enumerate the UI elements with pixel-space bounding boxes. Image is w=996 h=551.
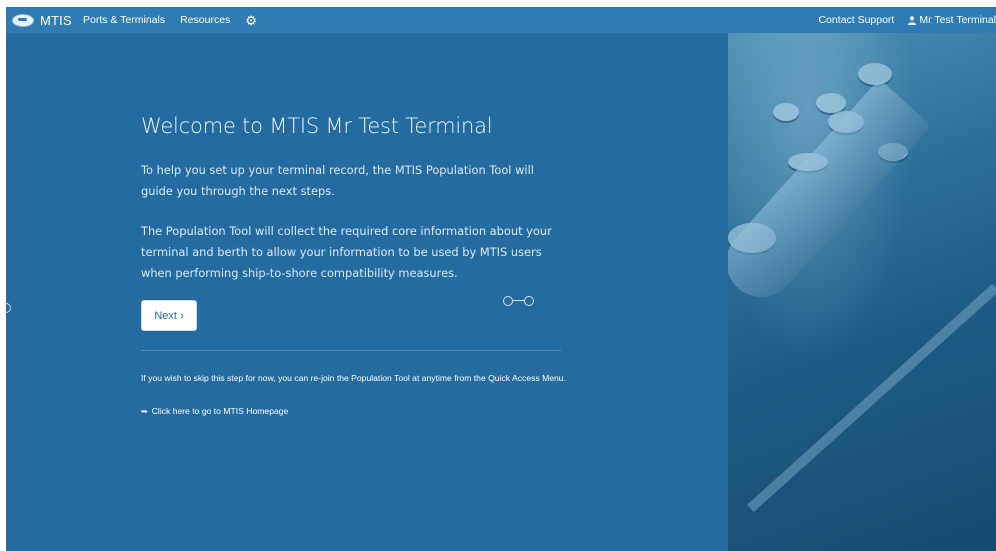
user-name: Mr Test Terminal bbox=[919, 14, 996, 26]
nav-resources[interactable]: Resources bbox=[180, 14, 230, 26]
sign-out-icon: ➥ bbox=[141, 406, 148, 416]
brand-logo-icon bbox=[12, 13, 34, 27]
gear-icon[interactable]: ⚙ bbox=[245, 14, 257, 27]
homepage-link-label: Click here to go to MTIS Homepage bbox=[151, 406, 289, 416]
user-menu[interactable]: Mr Test Terminal bbox=[908, 14, 996, 26]
nav-ports-terminals[interactable]: Ports & Terminals bbox=[83, 14, 165, 26]
brand-name: MTIS bbox=[40, 12, 72, 28]
user-icon bbox=[908, 15, 917, 25]
brand[interactable]: MTIS bbox=[12, 7, 72, 33]
pier bbox=[747, 283, 996, 513]
top-navbar: MTIS Ports & Terminals Resources ⚙ Conta… bbox=[6, 7, 996, 33]
app-frame: MTIS Ports & Terminals Resources ⚙ Conta… bbox=[6, 7, 996, 551]
storage-tank bbox=[816, 93, 846, 113]
intro-paragraph: To help you set up your terminal record,… bbox=[141, 163, 534, 198]
hero-image bbox=[728, 33, 996, 551]
tanker-ship bbox=[728, 78, 932, 312]
nav-links: Ports & Terminals Resources ⚙ bbox=[83, 7, 257, 33]
nav-right: Contact Support Mr Test Terminal bbox=[818, 7, 996, 33]
page-title: Welcome to MTIS Mr Test Terminal bbox=[141, 114, 493, 138]
description-paragraph: The Population Tool will collect the req… bbox=[141, 224, 552, 280]
edge-handle bbox=[6, 303, 11, 313]
contact-support-link[interactable]: Contact Support bbox=[818, 14, 894, 26]
next-button[interactable]: Next › bbox=[141, 300, 197, 331]
homepage-link[interactable]: ➥ Click here to go to MTIS Homepage bbox=[141, 406, 288, 416]
storage-tank bbox=[773, 103, 799, 121]
divider bbox=[141, 350, 561, 351]
skip-note: If you wish to skip this step for now, y… bbox=[141, 373, 566, 383]
connector-icon bbox=[503, 295, 537, 307]
